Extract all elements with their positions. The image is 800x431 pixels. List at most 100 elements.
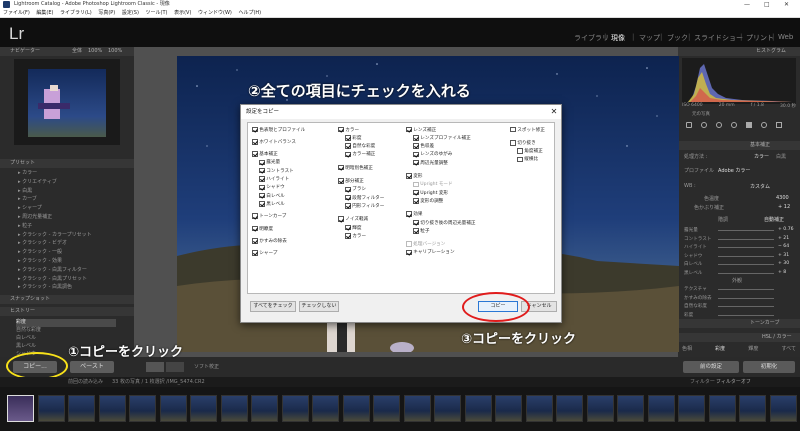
copy-option-checkbox[interactable]: レンズのゆがみ	[413, 151, 452, 158]
checkbox-box[interactable]	[252, 250, 258, 256]
checkbox-box[interactable]	[413, 219, 419, 226]
brush-icon[interactable]	[776, 122, 782, 128]
copy-option-checkbox[interactable]: カラー	[345, 232, 366, 239]
checkbox-box[interactable]	[413, 189, 419, 196]
auto-tone-button[interactable]: 自動補正	[764, 216, 784, 223]
checkbox-box[interactable]	[259, 184, 265, 191]
filmstrip-thumbnail[interactable]	[159, 395, 187, 422]
checkbox-box[interactable]	[345, 135, 351, 141]
checkbox-box[interactable]	[406, 211, 412, 217]
hsl-tab-saturation[interactable]: 彩度	[715, 345, 725, 352]
slider-value[interactable]: + 21	[778, 236, 789, 241]
module-develop[interactable]: 現像	[611, 33, 625, 43]
checkbox-box[interactable]	[510, 126, 516, 133]
slider-track[interactable]	[718, 238, 774, 240]
checkbox-box[interactable]	[510, 140, 516, 146]
slider-track[interactable]	[718, 297, 774, 299]
menu-library[interactable]: ライブラリ(L)	[60, 10, 92, 16]
menu-edit[interactable]: 編集(E)	[36, 10, 53, 16]
filmstrip-thumbnail[interactable]	[495, 395, 522, 422]
crop-icon[interactable]	[701, 122, 707, 128]
copy-option-checkbox[interactable]: 彩度	[345, 134, 362, 141]
menu-photo[interactable]: 写真(P)	[98, 10, 115, 16]
slider-value[interactable]: + 30	[778, 261, 789, 266]
copy-option-checkbox[interactable]: ノイズ軽減	[338, 216, 368, 223]
slider-track[interactable]	[718, 247, 774, 249]
checkbox-box[interactable]	[338, 126, 344, 133]
histogram-header[interactable]: ヒストグラム	[678, 47, 800, 56]
filmstrip-thumbnail[interactable]	[708, 395, 736, 422]
filmstrip-thumbnail[interactable]	[647, 395, 675, 422]
checkbox-box[interactable]	[406, 241, 412, 247]
filmstrip-thumbnail[interactable]	[739, 395, 766, 422]
copy-option-checkbox[interactable]: レンズプロファイル補正	[413, 134, 471, 141]
checkbox-box[interactable]	[252, 126, 258, 133]
source-label[interactable]: 前回の読み込み	[68, 377, 103, 387]
preset-folder[interactable]: ▸ クラシック - 白黒フィルター	[18, 267, 87, 275]
copy-option-checkbox[interactable]: 処理バージョン	[406, 241, 445, 248]
copy-option-checkbox[interactable]: かすみの除去	[252, 237, 287, 244]
filmstrip-thumbnail[interactable]	[678, 395, 705, 422]
checkbox-box[interactable]	[345, 186, 351, 193]
copy-option-checkbox[interactable]: ハイライト	[259, 176, 289, 183]
grid-icon[interactable]	[686, 122, 692, 128]
checkbox-box[interactable]	[252, 213, 258, 219]
slider-value[interactable]: + 8	[778, 270, 786, 275]
hsl-header[interactable]: HSL / カラー	[678, 333, 800, 342]
preset-folder[interactable]: ▸ カーブ	[18, 196, 37, 204]
menu-settings[interactable]: 設定(S)	[122, 10, 139, 16]
checkbox-box[interactable]	[413, 198, 419, 204]
copy-option-checkbox[interactable]: 露光量	[259, 159, 280, 166]
close-window-button[interactable]: ✕	[784, 0, 789, 9]
treatment-color[interactable]: カラー	[754, 153, 769, 160]
filmstrip-thumbnail[interactable]	[403, 395, 431, 422]
filmstrip-thumbnail[interactable]	[190, 395, 217, 422]
graduated-filter-icon[interactable]	[746, 122, 752, 128]
copy-option-checkbox[interactable]: レンズ補正	[406, 126, 436, 133]
treatment-bw[interactable]: 白黒	[776, 153, 786, 160]
copy-option-checkbox[interactable]: トーンカーブ	[252, 213, 286, 220]
hsl-tab-luminance[interactable]: 輝度	[748, 345, 758, 352]
copy-option-checkbox[interactable]: 明暗別色補正	[338, 164, 373, 171]
filmstrip-thumbnail[interactable]	[769, 395, 797, 422]
checkbox-box[interactable]	[259, 176, 265, 182]
checkbox-box[interactable]	[406, 126, 412, 133]
copy-option-checkbox[interactable]: 角度補正	[517, 148, 543, 155]
copy-option-checkbox[interactable]: スポット修正	[510, 126, 545, 133]
copy-option-checkbox[interactable]: コントラスト	[259, 167, 294, 174]
copy-option-checkbox[interactable]: 円形フィルター	[345, 202, 384, 209]
checkbox-box[interactable]	[338, 164, 344, 171]
checkbox-box[interactable]	[345, 203, 351, 209]
minimize-button[interactable]: —	[744, 0, 750, 9]
filmstrip-thumbnail[interactable]	[7, 395, 34, 422]
copy-option-checkbox[interactable]: 縦横比	[517, 156, 538, 163]
menu-window[interactable]: ウィンドウ(W)	[198, 10, 232, 16]
filmstrip-thumbnail[interactable]	[68, 395, 95, 422]
filmstrip-thumbnail[interactable]	[129, 395, 156, 422]
filmstrip-thumbnail[interactable]	[281, 395, 309, 422]
navigator-fill[interactable]: 100%	[88, 47, 102, 56]
copy-option-checkbox[interactable]: シャープ	[252, 250, 277, 257]
module-slideshow[interactable]: スライドショー	[694, 33, 743, 43]
filmstrip-thumbnail[interactable]	[37, 395, 65, 422]
navigator-header[interactable]: ナビゲーター 全体 100% 100%	[0, 47, 134, 56]
slider-value[interactable]: + 31	[778, 253, 789, 258]
checkbox-box[interactable]	[345, 151, 351, 158]
copy-option-checkbox[interactable]: Upright 変形	[413, 189, 448, 196]
preset-folder[interactable]: ▸ クラシック - 白黒プリセット	[18, 276, 87, 284]
filmstrip-thumbnail[interactable]	[586, 395, 614, 422]
slider-value[interactable]: + 0.76	[778, 227, 794, 232]
temp-value[interactable]: 4300	[776, 195, 789, 201]
slider-track[interactable]	[718, 264, 774, 266]
history-header[interactable]: ヒストリー	[0, 307, 134, 316]
copy-option-checkbox[interactable]: 段階フィルター	[345, 194, 384, 201]
filter-select[interactable]: フィルターオフ	[716, 377, 751, 387]
checkbox-box[interactable]	[413, 181, 419, 188]
copy-option-checkbox[interactable]: ホワイトバランス	[252, 138, 296, 145]
dialog-close-button[interactable]: ✕	[547, 105, 561, 119]
before-after-icon[interactable]	[166, 362, 184, 372]
maximize-button[interactable]: □	[764, 0, 770, 9]
checkbox-box[interactable]	[259, 192, 265, 199]
preset-folder[interactable]: ▸ クラシック - 効果	[18, 258, 62, 266]
preset-folder[interactable]: ▸ クリエイティブ	[18, 179, 57, 187]
